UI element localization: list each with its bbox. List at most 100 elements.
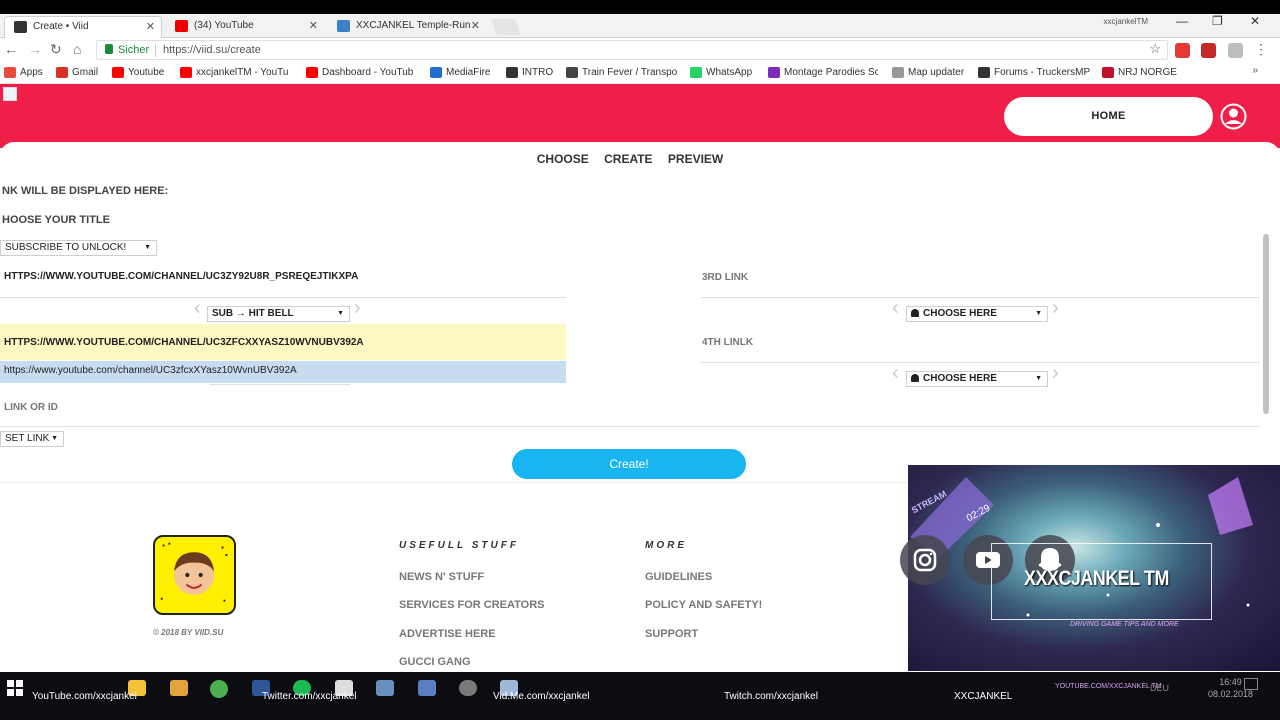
step-preview[interactable]: PREVIEW xyxy=(668,152,723,166)
footer-link-support[interactable]: SUPPORT xyxy=(645,628,698,640)
chrome-icon[interactable] xyxy=(210,680,228,698)
bookmark-nrj[interactable]: NRJ NORGE xyxy=(1102,66,1177,80)
back-icon[interactable]: ← xyxy=(4,41,18,57)
step-create[interactable]: CREATE xyxy=(604,152,652,166)
lock-icon xyxy=(105,44,113,54)
close-tab-icon[interactable]: ✕ xyxy=(146,17,155,37)
adblock-extension-icon[interactable] xyxy=(1175,43,1190,58)
store-icon[interactable] xyxy=(170,680,188,696)
app-icon[interactable] xyxy=(459,680,477,696)
youtube-icon xyxy=(112,67,124,78)
address-bar[interactable]: Sicher https://viid.su/create ☆ xyxy=(96,40,1168,60)
tab-create-viid[interactable]: Create • Viid ✕ xyxy=(4,16,162,38)
dropdown-arrow-icon: ▼ xyxy=(337,310,344,317)
tab-youtube[interactable]: (34) YouTube ✕ xyxy=(166,16,324,38)
bookmark-youtube[interactable]: Youtube xyxy=(112,66,164,80)
window-close-icon[interactable]: ✕ xyxy=(1250,14,1260,28)
set-link-select[interactable]: SET LINK ▼ xyxy=(0,431,64,447)
youtube-icon xyxy=(306,67,318,78)
tab-title: XXCJANKEL Temple-Run xyxy=(356,20,471,31)
overlay-subtitle: DRIVING GAME TIPS AND MORE xyxy=(1070,621,1179,628)
bookmark-dashboard[interactable]: Dashboard - YouTub xyxy=(306,66,418,80)
home-button[interactable]: HOME xyxy=(1004,97,1213,136)
bookmark-label: WhatsApp xyxy=(706,67,753,78)
pdf-extension-icon[interactable] xyxy=(1201,43,1216,58)
footer-link-policy[interactable]: POLICY AND SAFETY! xyxy=(645,599,762,611)
restore-icon[interactable]: ❐ xyxy=(1212,14,1223,28)
bookmark-map-updater[interactable]: Map updater xyxy=(892,66,964,80)
forward-icon[interactable]: → xyxy=(28,41,42,57)
prev-arrow-icon[interactable]: ‹ xyxy=(892,363,899,383)
link1-action-value: SUB → HIT BELL xyxy=(212,308,294,319)
close-tab-icon[interactable]: ✕ xyxy=(309,16,318,36)
tab-temple-run[interactable]: XXCJANKEL Temple-Run ✕ xyxy=(328,16,486,38)
link1-action-select[interactable]: SUB → HIT BELL ▼ xyxy=(207,306,350,322)
third-link-label: 3RD LINK xyxy=(702,272,749,283)
bookmark-train-fever[interactable]: Train Fever / Transpo xyxy=(566,66,678,80)
language-indicator[interactable]: DEU xyxy=(1150,683,1169,693)
windows-start-icon[interactable] xyxy=(7,680,23,696)
scrollbar-thumb[interactable] xyxy=(1263,234,1269,414)
close-tab-icon[interactable]: ✕ xyxy=(471,16,480,36)
bookmark-gmail[interactable]: Gmail xyxy=(56,66,98,80)
next-arrow-icon[interactable]: › xyxy=(354,298,361,318)
app-icon[interactable] xyxy=(376,680,394,696)
title-select[interactable]: SUBSCRIBE TO UNLOCK! ▼ xyxy=(0,240,157,256)
site-header: HOME xyxy=(0,84,1280,148)
bookmark-montage[interactable]: Montage Parodies Sc xyxy=(768,66,878,80)
browser-tab-strip: Create • Viid ✕ (34) YouTube ✕ XXCJANKEL… xyxy=(0,14,1280,38)
create-button[interactable]: Create! xyxy=(512,449,746,479)
link1-value[interactable]: HTTPS://WWW.YOUTUBE.COM/CHANNEL/UC3ZY92U… xyxy=(4,271,358,282)
footer-link-advertise[interactable]: ADVERTISE HERE xyxy=(399,628,496,640)
third-link-select-value: CHOOSE HERE xyxy=(923,308,997,319)
reload-icon[interactable]: ↻ xyxy=(50,41,62,58)
more-bookmarks-icon[interactable]: » xyxy=(1252,65,1258,76)
new-tab-button[interactable] xyxy=(491,19,521,35)
footer-link-gucci[interactable]: GUCCI GANG xyxy=(399,656,471,668)
youtube-social-text: YouTube.com/xxcjankel xyxy=(32,691,137,702)
more-heading: MORE xyxy=(645,540,687,551)
dropdown-arrow-icon: ▼ xyxy=(1035,310,1042,317)
third-link-underline xyxy=(700,297,1260,298)
mediafire-icon xyxy=(430,67,442,78)
bookmark-mediafire[interactable]: MediaFire xyxy=(430,66,490,80)
user-account-icon[interactable] xyxy=(1220,103,1247,130)
minimize-icon[interactable]: — xyxy=(1176,14,1188,28)
dropdown-arrow-icon: ▼ xyxy=(1035,375,1042,382)
prev-arrow-icon[interactable]: ‹ xyxy=(194,298,201,318)
bookmark-intro[interactable]: INTRO xyxy=(506,66,553,80)
link2-value[interactable]: HTTPS://WWW.YOUTUBE.COM/CHANNEL/UC3ZFCXX… xyxy=(4,337,364,348)
next-arrow-icon[interactable]: › xyxy=(1052,298,1059,318)
link2-underline xyxy=(210,384,350,385)
autocomplete-suggestion[interactable]: https://www.youtube.com/channel/UC3zfcxX… xyxy=(0,361,566,383)
bookmark-channel[interactable]: xxcjankelTM - YouTu xyxy=(180,66,292,80)
third-link-select[interactable]: CHOOSE HERE ▼ xyxy=(906,306,1048,322)
fourth-link-select[interactable]: CHOOSE HERE ▼ xyxy=(906,371,1048,387)
prev-arrow-icon[interactable]: ‹ xyxy=(892,298,899,318)
menu-icon[interactable]: ⋮ xyxy=(1254,41,1268,58)
useful-heading: USEFULL STUFF xyxy=(399,540,519,551)
link-display-label: NK WILL BE DISPLAYED HERE: xyxy=(2,185,169,197)
footer-link-services[interactable]: SERVICES FOR CREATORS xyxy=(399,599,544,611)
overlay-channel-name: XXXCJANKEL TM xyxy=(1024,567,1169,590)
bookmark-apps[interactable]: Apps xyxy=(4,66,43,80)
bookmark-truckersmp[interactable]: Forums - TruckersMP xyxy=(978,66,1090,80)
step-choose[interactable]: CHOOSE xyxy=(537,152,589,166)
youtube-favicon-icon xyxy=(175,20,188,32)
bookmark-label: INTRO xyxy=(522,67,554,78)
bookmark-star-icon[interactable]: ☆ xyxy=(1149,40,1161,58)
youtube-icon xyxy=(180,67,192,78)
extension-icon[interactable] xyxy=(1228,43,1243,58)
notification-icon[interactable] xyxy=(1244,678,1258,690)
url-text[interactable]: https://viid.su/create xyxy=(163,41,261,59)
profile-name[interactable]: xxcjankelTM xyxy=(1104,17,1148,26)
footer-link-news[interactable]: NEWS N' STUFF xyxy=(399,571,484,583)
footer-link-guidelines[interactable]: GUIDELINES xyxy=(645,571,712,583)
fourth-link-underline xyxy=(700,362,1260,363)
app-icon[interactable] xyxy=(418,680,436,696)
bookmark-whatsapp[interactable]: WhatsApp xyxy=(690,66,752,80)
home-icon[interactable]: ⌂ xyxy=(73,41,81,57)
bookmarks-bar: Apps Gmail Youtube xxcjankelTM - YouTu D… xyxy=(0,62,1280,84)
next-arrow-icon[interactable]: › xyxy=(1052,363,1059,383)
channel-social-text: XXCJANKEL xyxy=(954,691,1013,702)
